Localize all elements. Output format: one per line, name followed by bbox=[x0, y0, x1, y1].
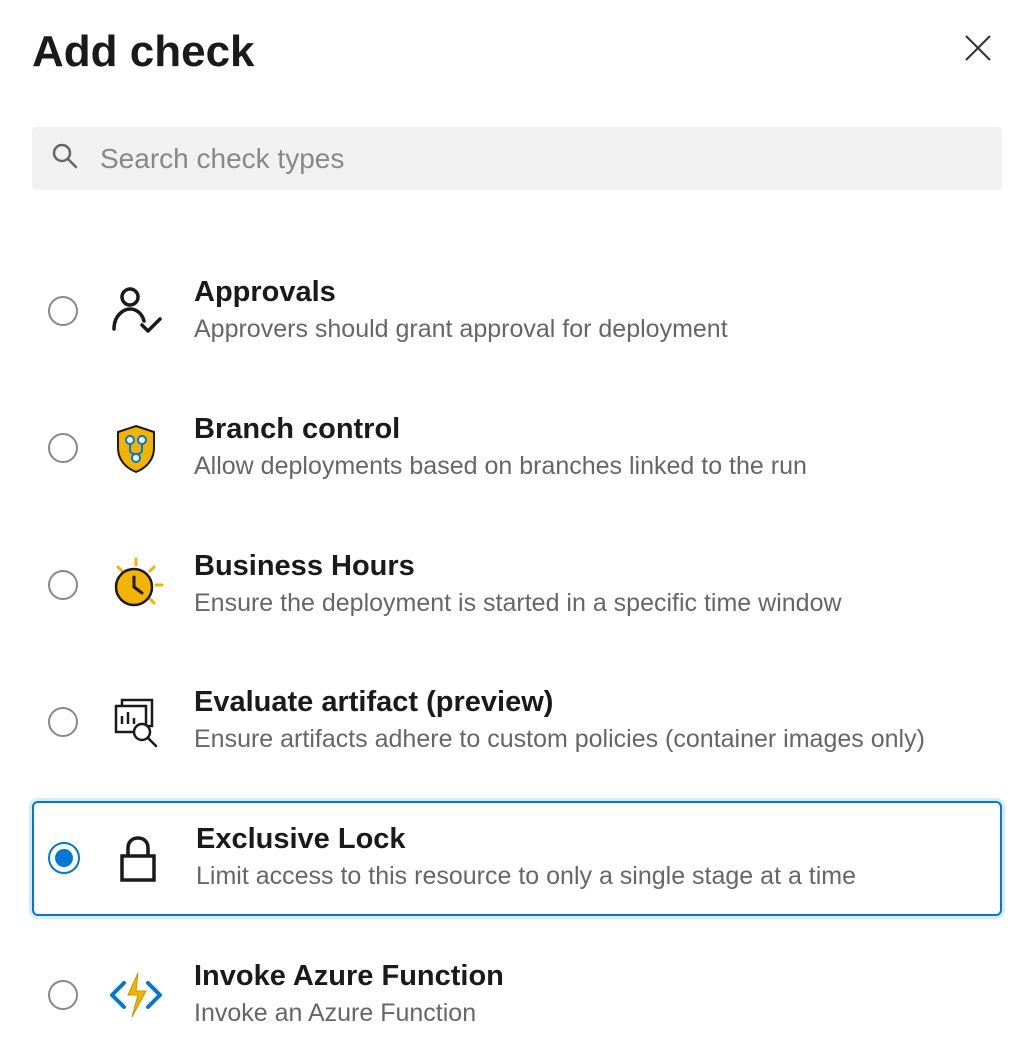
option-title: Exclusive Lock bbox=[196, 823, 986, 856]
option-text: Evaluate artifact (preview) Ensure artif… bbox=[194, 686, 986, 757]
azure-function-icon bbox=[106, 965, 166, 1025]
option-title: Branch control bbox=[194, 413, 986, 446]
option-title: Evaluate artifact (preview) bbox=[194, 686, 986, 719]
search-icon bbox=[50, 141, 80, 176]
option-text: Invoke Azure Function Invoke an Azure Fu… bbox=[194, 960, 986, 1031]
option-title: Approvals bbox=[194, 276, 986, 309]
option-text: Branch control Allow deployments based o… bbox=[194, 413, 986, 484]
dialog-header: Add check bbox=[32, 24, 1002, 79]
check-type-list: Approvals Approvers should grant approva… bbox=[32, 254, 1002, 1053]
add-check-dialog: Add check bbox=[0, 0, 1034, 1054]
radio-button[interactable] bbox=[48, 570, 78, 600]
check-option-approvals[interactable]: Approvals Approvers should grant approva… bbox=[32, 254, 1002, 369]
radio-button[interactable] bbox=[48, 980, 78, 1010]
check-option-exclusive-lock[interactable]: Exclusive Lock Limit access to this reso… bbox=[32, 801, 1002, 916]
radio-button[interactable] bbox=[48, 707, 78, 737]
close-button[interactable] bbox=[954, 24, 1002, 79]
clock-sun-icon bbox=[106, 555, 166, 615]
close-icon bbox=[962, 31, 994, 73]
option-description: Invoke an Azure Function bbox=[194, 997, 986, 1031]
option-description: Ensure the deployment is started in a sp… bbox=[194, 587, 986, 621]
check-option-business-hours[interactable]: Business Hours Ensure the deployment is … bbox=[32, 528, 1002, 643]
branch-shield-icon bbox=[106, 418, 166, 478]
artifact-search-icon bbox=[106, 692, 166, 752]
radio-button[interactable] bbox=[48, 296, 78, 326]
search-box[interactable] bbox=[32, 127, 1002, 190]
option-text: Exclusive Lock Limit access to this reso… bbox=[196, 823, 986, 894]
option-description: Ensure artifacts adhere to custom polici… bbox=[194, 723, 986, 757]
search-input[interactable] bbox=[98, 142, 984, 176]
option-description: Allow deployments based on branches link… bbox=[194, 450, 986, 484]
person-check-icon bbox=[106, 281, 166, 341]
lock-icon bbox=[108, 828, 168, 888]
radio-button[interactable] bbox=[48, 433, 78, 463]
check-option-evaluate-artifact[interactable]: Evaluate artifact (preview) Ensure artif… bbox=[32, 664, 1002, 779]
option-text: Approvals Approvers should grant approva… bbox=[194, 276, 986, 347]
option-description: Approvers should grant approval for depl… bbox=[194, 313, 986, 347]
dialog-title: Add check bbox=[32, 27, 255, 77]
option-text: Business Hours Ensure the deployment is … bbox=[194, 550, 986, 621]
option-description: Limit access to this resource to only a … bbox=[196, 860, 986, 894]
radio-button[interactable] bbox=[48, 842, 80, 874]
option-title: Business Hours bbox=[194, 550, 986, 583]
option-title: Invoke Azure Function bbox=[194, 960, 986, 993]
check-option-invoke-azure-function[interactable]: Invoke Azure Function Invoke an Azure Fu… bbox=[32, 938, 1002, 1053]
check-option-branch-control[interactable]: Branch control Allow deployments based o… bbox=[32, 391, 1002, 506]
